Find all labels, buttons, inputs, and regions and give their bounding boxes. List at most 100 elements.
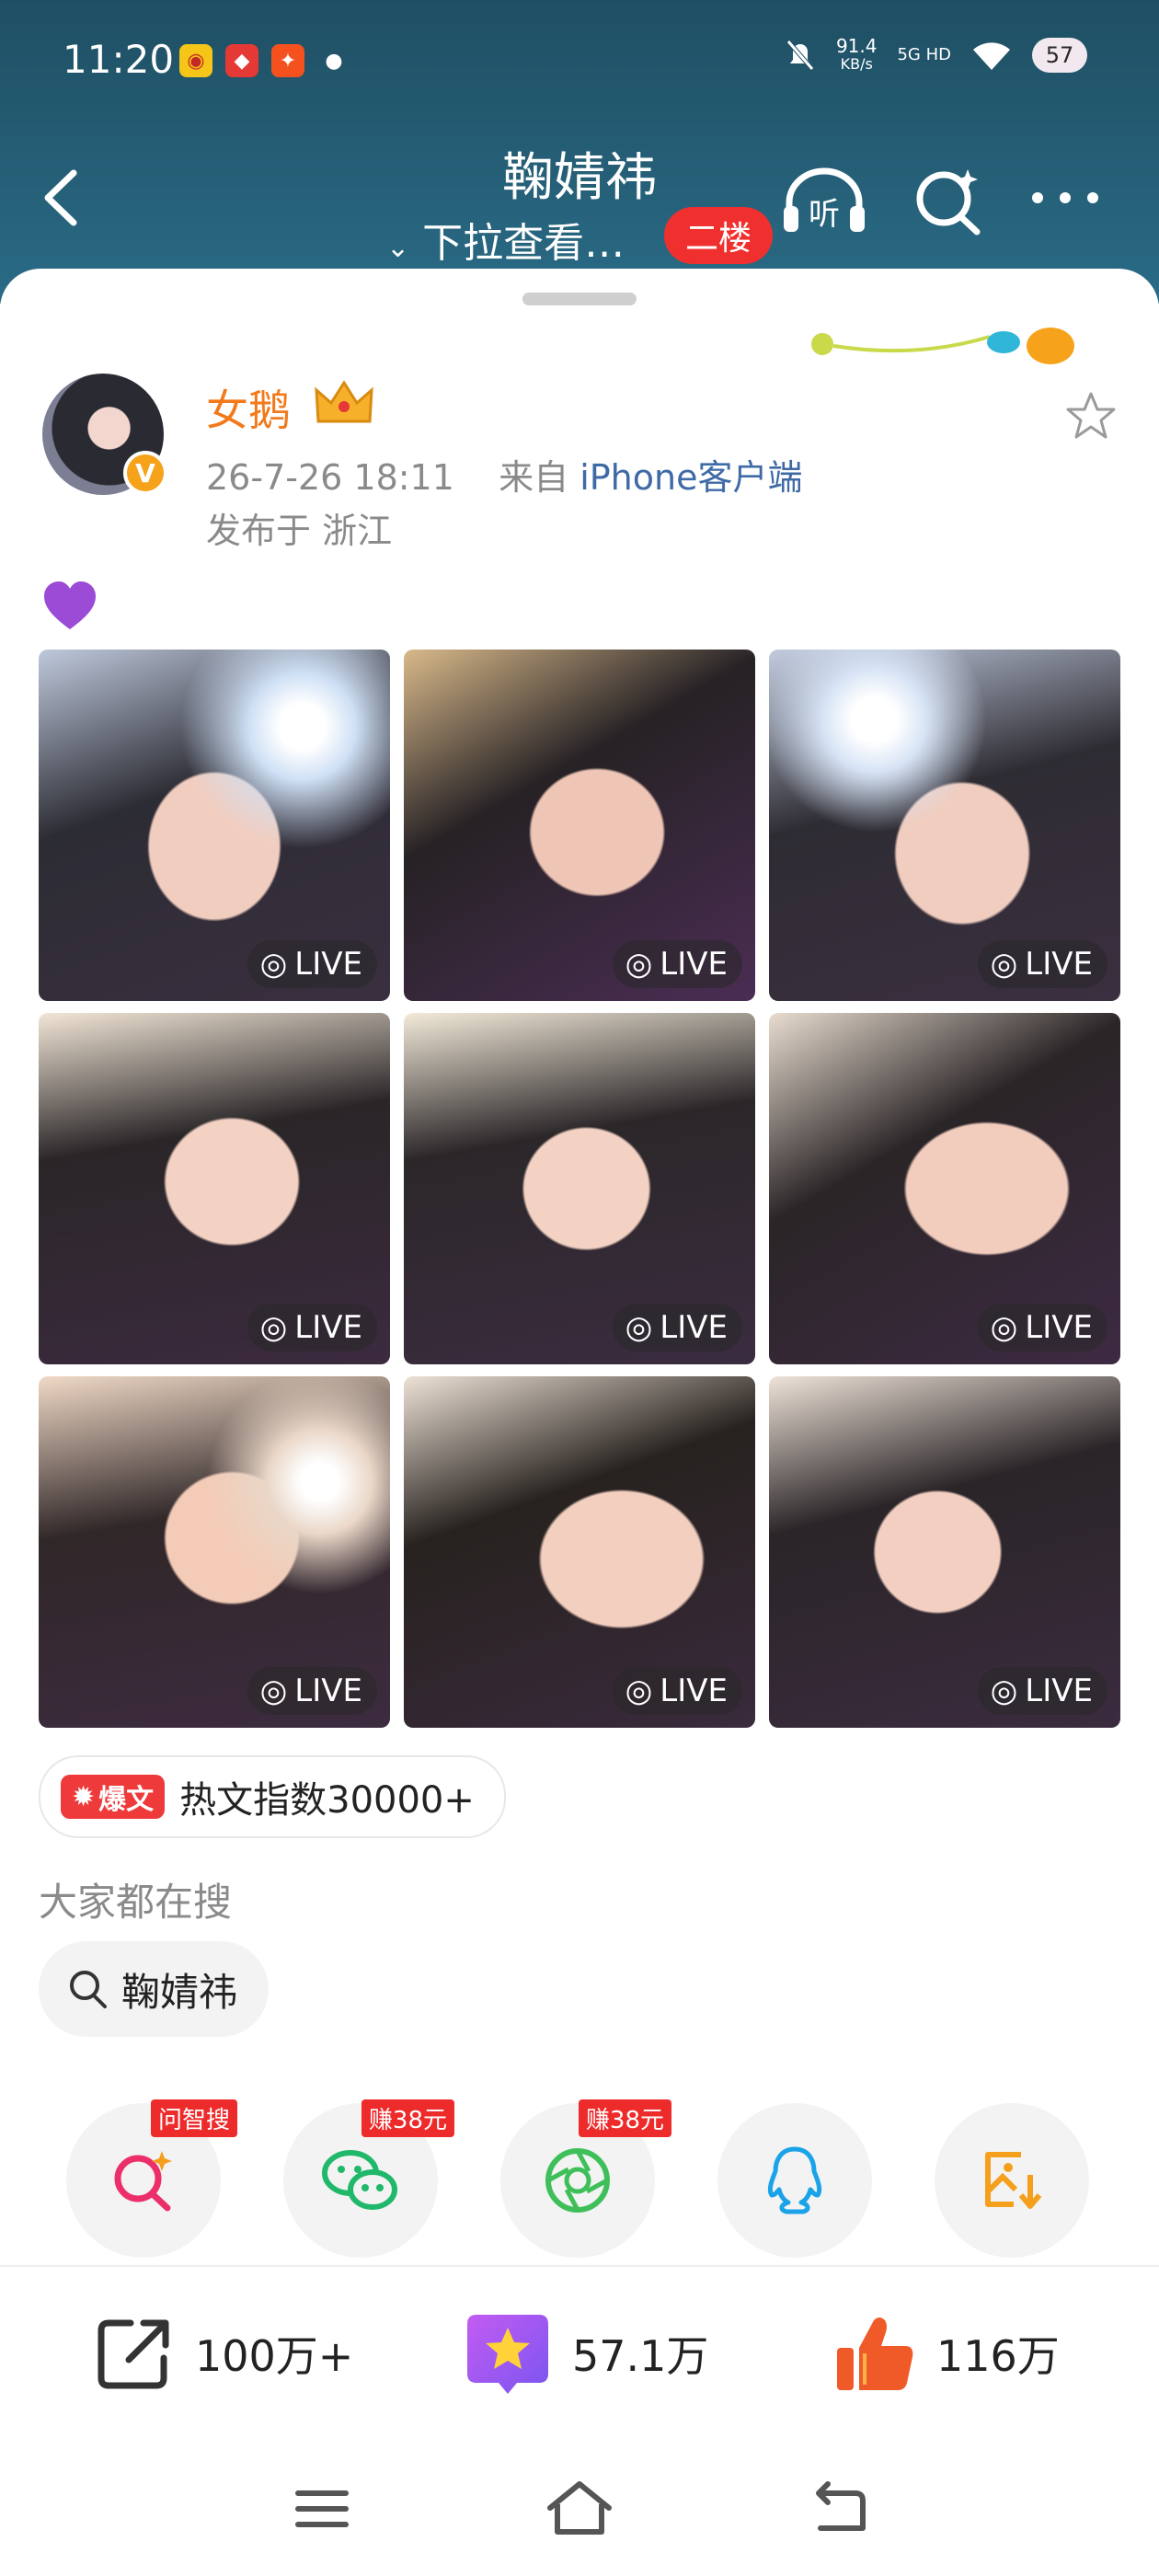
moments-icon — [545, 2148, 610, 2213]
share-moments-button[interactable]: 赚38元 — [500, 2099, 671, 2258]
favorite-button[interactable]: 57.1万 — [464, 2307, 708, 2399]
share-tag: 赚38元 — [578, 2099, 671, 2137]
share-row: 问智搜 赚38元 赚38元 — [66, 2099, 1096, 2260]
live-badge: ◎ LIVE — [977, 1304, 1107, 1351]
status-time: 11:20 — [63, 37, 175, 82]
live-photo-icon: ◎ — [259, 1309, 288, 1346]
share-tag: 问智搜 — [150, 2099, 237, 2137]
more-dot-icon — [1060, 192, 1071, 203]
post-image[interactable]: ◎ LIVE — [769, 650, 1120, 1001]
weibo-notification-icon: ◉ — [179, 44, 212, 77]
live-photo-icon: ◎ — [259, 1673, 288, 1709]
second-floor-badge[interactable]: 二楼 — [664, 207, 773, 264]
live-label: LIVE — [1025, 1309, 1093, 1346]
hot-tag-label: 爆文 — [98, 1784, 155, 1816]
live-badge: ◎ LIVE — [612, 940, 742, 988]
post-text-emoji: 💜 — [40, 578, 99, 637]
share-ai-search-button[interactable]: 问智搜 — [66, 2099, 237, 2258]
more-dot-icon — [1032, 192, 1043, 203]
wechat-notification-icon: ● — [325, 49, 343, 73]
live-badge: ◎ LIVE — [977, 940, 1107, 988]
share-wechat-button[interactable]: 赚38元 — [283, 2099, 454, 2258]
more-dot-icon — [1087, 192, 1098, 203]
live-label: LIVE — [660, 1309, 728, 1346]
chevron-down-icon: ⌄ — [386, 232, 410, 264]
wechat-icon — [322, 2150, 397, 2210]
trending-search-chip[interactable]: 鞠婧祎 — [39, 1941, 270, 2037]
qq-icon — [767, 2146, 822, 2214]
live-label: LIVE — [1025, 1673, 1093, 1709]
menu-nav-button[interactable] — [285, 2477, 359, 2541]
ai-search-icon — [114, 2151, 172, 2212]
net-speed-value: 91.4 — [835, 35, 878, 57]
pull-down-hint[interactable]: ⌄ 下拉查看… — [386, 210, 625, 269]
post-image[interactable]: ◎ LIVE — [404, 650, 755, 1001]
home-nav-button[interactable] — [543, 2477, 616, 2541]
flame-icon: ✹ — [72, 1780, 96, 1813]
trending-search-title: 大家都在搜 — [39, 1880, 233, 1925]
live-photo-icon: ◎ — [625, 1309, 653, 1346]
svg-text:听: 听 — [809, 196, 840, 233]
pull-down-label: 下拉查看… — [422, 220, 625, 267]
net-speed: 91.4 KB/s — [836, 37, 878, 74]
save-image-button[interactable] — [935, 2103, 1089, 2258]
author-name[interactable]: 女鹅 — [206, 377, 291, 438]
post-image[interactable]: ◎ LIVE — [39, 1376, 390, 1728]
live-label: LIVE — [660, 1673, 728, 1709]
app-notification-icon: ◆ — [225, 44, 258, 77]
post-image[interactable]: ◎ LIVE — [39, 1013, 390, 1364]
share-qq-button[interactable] — [717, 2103, 872, 2258]
search-button[interactable] — [912, 164, 986, 237]
network-type: 5G HD — [897, 45, 951, 64]
back-nav-button[interactable] — [800, 2477, 874, 2541]
status-app-icons: ◉ ◆ ✦ ● — [179, 44, 350, 77]
post-image[interactable]: ◎ LIVE — [39, 650, 390, 1001]
source-prefix: 来自 — [499, 457, 569, 498]
repost-count: 100万+ — [195, 2331, 354, 2381]
live-badge: ◎ LIVE — [612, 1304, 742, 1351]
image-grid: ◎ LIVE ◎ LIVE ◎ LIVE ◎ LIVE ◎ LIVE ◎ LIVE ◎ LIV… — [39, 650, 1120, 1728]
post-image[interactable]: ◎ LIVE — [769, 1013, 1120, 1364]
post-date: 26-7-26 18:11 — [206, 457, 454, 498]
trending-search-label: 鞠婧祎 — [121, 1969, 238, 2015]
like-button[interactable]: 116万 — [832, 2307, 1060, 2399]
verified-badge-icon: V — [123, 451, 167, 495]
post-image[interactable]: ◎ LIVE — [769, 1376, 1120, 1728]
live-label: LIVE — [1025, 946, 1093, 983]
hot-post-chip[interactable]: ✹ 爆文 热文指数30000+ — [39, 1755, 506, 1838]
post-source[interactable]: iPhone客户端 — [580, 457, 802, 498]
live-label: LIVE — [294, 946, 362, 983]
drag-handle[interactable] — [522, 293, 637, 305]
thumbs-up-icon — [837, 2317, 913, 2390]
share-tag: 赚38元 — [361, 2099, 454, 2137]
battery-indicator: 57 — [1032, 38, 1087, 73]
wifi-icon — [973, 42, 1010, 70]
post-image[interactable]: ◎ LIVE — [404, 1013, 755, 1364]
live-photo-icon: ◎ — [990, 1309, 1018, 1346]
menu-icon — [295, 2490, 349, 2527]
purple-heart-icon — [44, 581, 96, 629]
divider — [0, 2265, 1159, 2267]
listen-button[interactable]: 听 — [780, 164, 868, 237]
status-indicators: 91.4 KB/s 5G HD 57 — [785, 37, 1087, 74]
favorite-count: 57.1万 — [572, 2331, 709, 2381]
live-badge: ◎ LIVE — [247, 1304, 377, 1351]
live-photo-icon: ◎ — [625, 946, 653, 983]
live-label: LIVE — [294, 1309, 362, 1346]
crown-icon — [315, 380, 373, 423]
live-badge: ◎ LIVE — [247, 940, 377, 988]
post-image[interactable]: ◎ LIVE — [404, 1376, 755, 1728]
search-icon — [70, 1971, 107, 2008]
repost-icon — [98, 2319, 169, 2389]
more-button[interactable] — [1032, 184, 1115, 212]
live-photo-icon: ◎ — [259, 946, 288, 983]
repost-button[interactable]: 100万+ — [92, 2307, 353, 2399]
live-photo-icon: ◎ — [990, 1673, 1018, 1709]
post-meta: 26-7-26 18:11 来自 iPhone客户端 — [206, 449, 802, 500]
app-notification-icon-2: ✦ — [271, 44, 304, 77]
live-label: LIVE — [294, 1673, 362, 1709]
favorite-star-icon[interactable] — [1063, 388, 1119, 443]
save-image-icon — [985, 2152, 1042, 2209]
headphones-icon: 听 — [784, 167, 865, 233]
mute-icon — [786, 40, 814, 71]
